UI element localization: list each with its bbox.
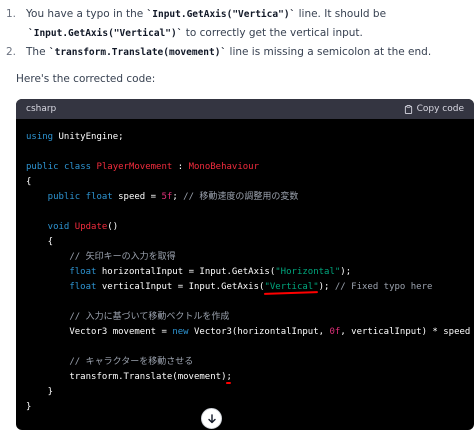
code-line: // 矢印キーの入力を取得 — [26, 252, 176, 262]
inline-code: `Input.GetAxis("Vertical")` — [28, 28, 183, 39]
list-text: The — [26, 46, 49, 58]
semicolon-fix-underline: ; — [226, 372, 232, 382]
code-line: public float speed = 5f; // 移動速度の調整用の変数 — [26, 192, 299, 202]
code-line: Vector3 movement = new Vector3(horizonta… — [26, 327, 474, 337]
code-line: // 入力に基づいて移動ベクトルを作成 — [26, 312, 230, 322]
list-number: 1. — [6, 8, 17, 20]
list-text: to correctly get the vertical input. — [182, 27, 363, 39]
language-label: csharp — [26, 104, 57, 114]
list-item: 1. You have a typo in the `Input.GetAxis… — [6, 5, 468, 43]
explanation-list: 1. You have a typo in the `Input.GetAxis… — [6, 5, 468, 62]
list-item: 2. The `transform.Translate(movement)` l… — [6, 43, 468, 62]
code-block: csharp Copy code using UnityEngine; publi… — [16, 99, 474, 430]
inline-code: `Input.GetAxis("Vertica")` — [146, 9, 296, 20]
list-number: 2. — [6, 46, 17, 58]
inline-code: `transform.Translate(movement)` — [48, 47, 227, 58]
code-line: { — [26, 177, 32, 187]
typo-fix-underline: "Vertical" — [264, 282, 319, 292]
scroll-to-bottom-button[interactable] — [201, 408, 222, 429]
code-line: // キャラクターを移動させる — [26, 357, 194, 367]
code-header: csharp Copy code — [16, 99, 474, 119]
arrow-down-icon — [207, 413, 216, 423]
code-line: { — [26, 237, 54, 247]
code-line: } — [26, 402, 32, 412]
code-content: using UnityEngine; public class PlayerMov… — [16, 119, 474, 415]
code-line: public class PlayerMovement : MonoBehavi… — [26, 162, 260, 172]
code-line: float verticalInput = Input.GetAxis("Ver… — [26, 282, 433, 292]
code-line: } — [26, 387, 54, 397]
intro-text: Here's the corrected code: — [16, 73, 156, 85]
code-line: void Update() — [26, 222, 119, 232]
list-text: You have a typo in the — [26, 8, 147, 20]
code-line: float horizontalInput = Input.GetAxis("H… — [26, 267, 352, 277]
list-text: line is missing a semicolon at the end. — [226, 46, 432, 58]
clipboard-icon — [404, 104, 412, 114]
code-line: using UnityEngine; — [26, 132, 124, 142]
code-line: transform.Translate(movement); — [26, 372, 232, 382]
copy-code-button[interactable]: Copy code — [404, 104, 464, 114]
list-text: line. It should be — [295, 8, 387, 20]
copy-code-label: Copy code — [416, 104, 464, 114]
